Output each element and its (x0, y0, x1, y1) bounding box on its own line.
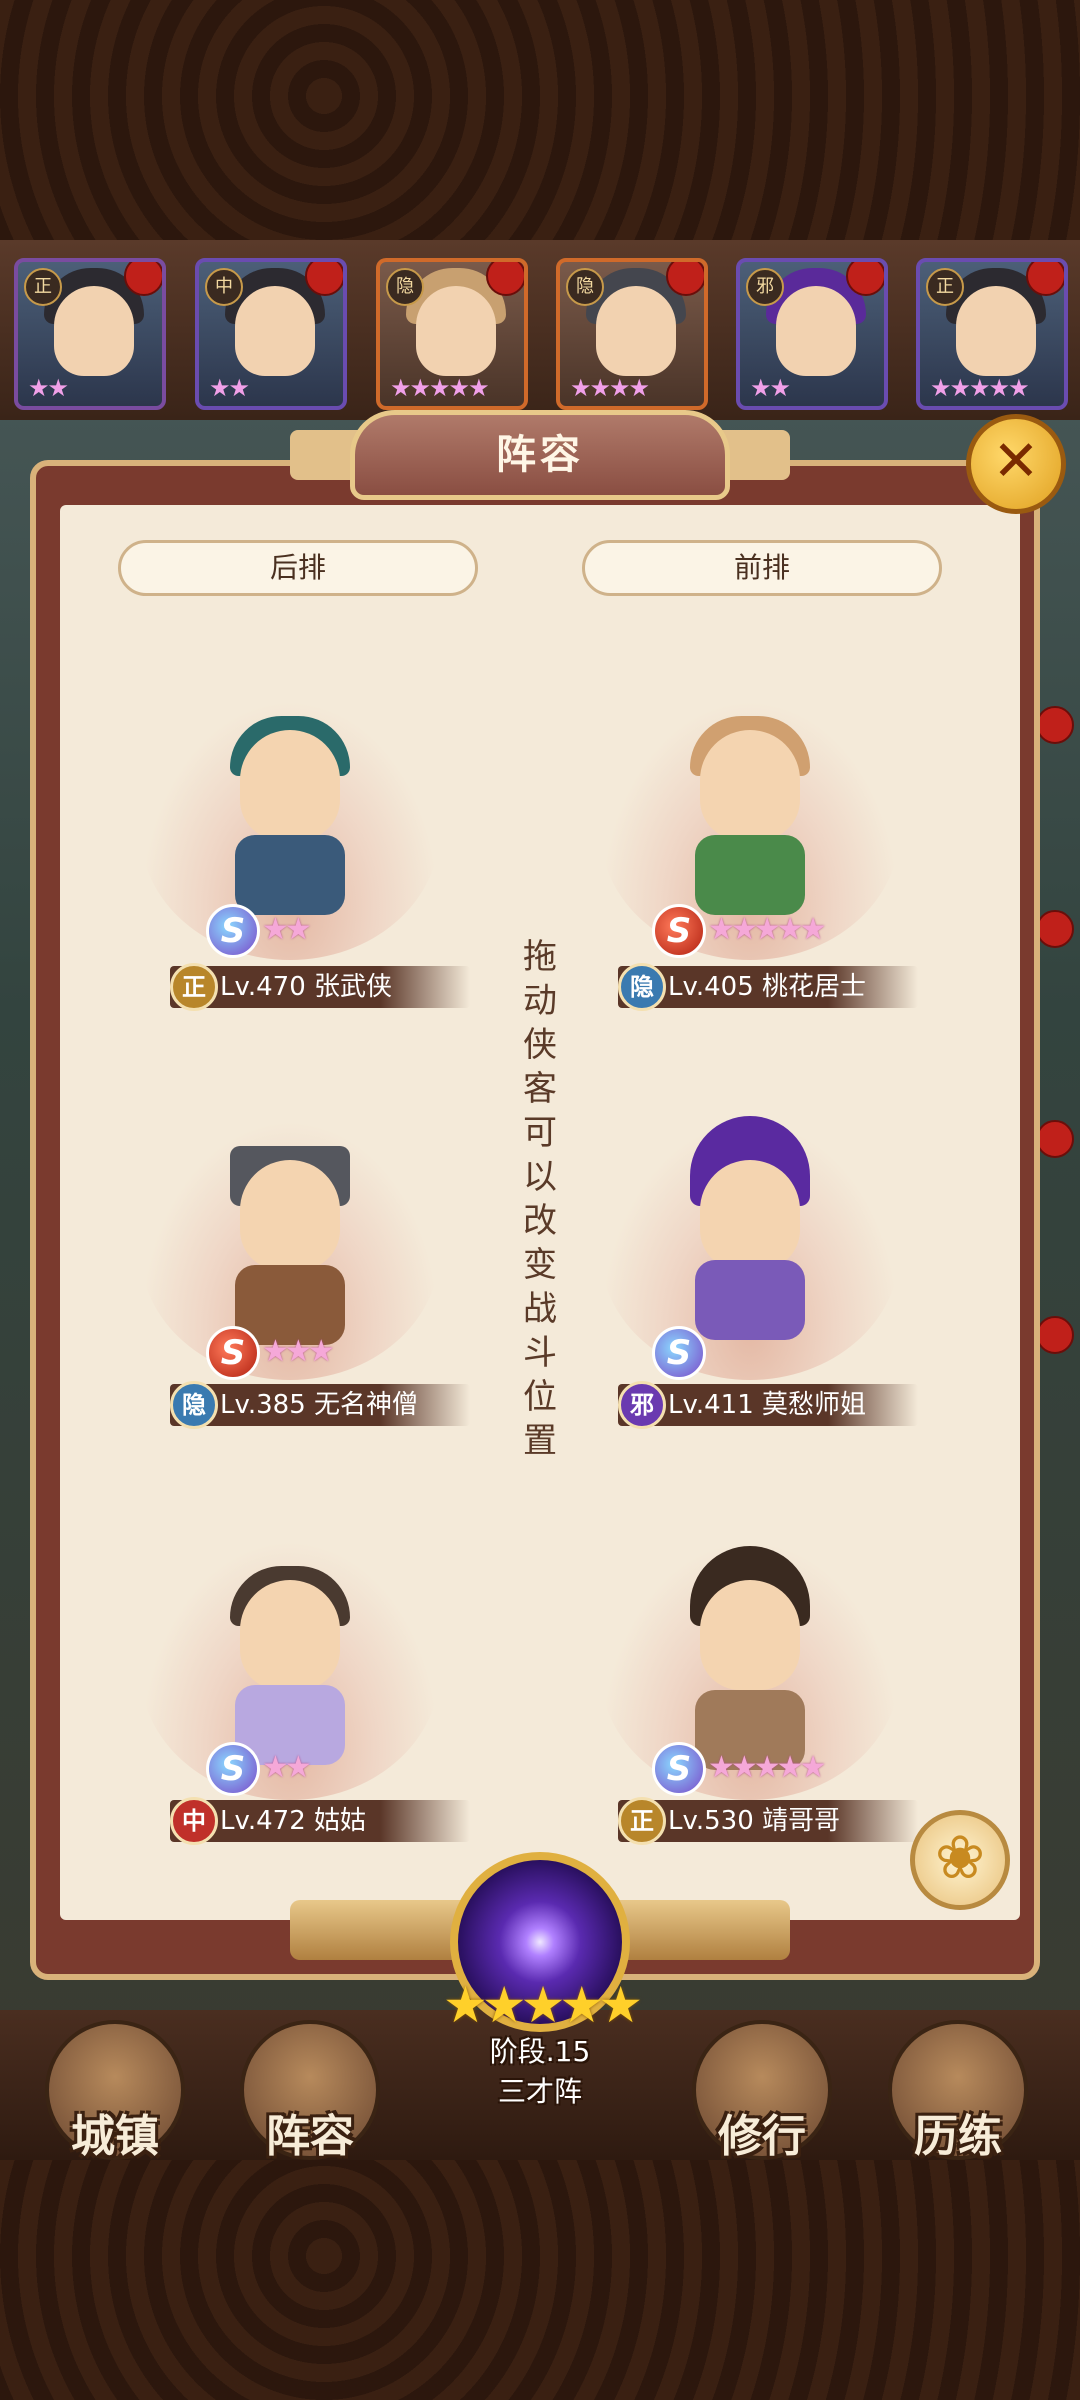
side-notification-dot (1036, 910, 1074, 948)
hero-name: 靖哥哥 (762, 1806, 841, 1836)
star-rating: ★★★★ (570, 374, 650, 402)
star-rating: ★★★ (262, 1334, 335, 1369)
top-background (0, 0, 1080, 240)
nav-town-label: 城镇 (71, 2111, 159, 2162)
head (700, 730, 800, 840)
faction-badge: 正 (926, 268, 964, 306)
flower-icon: ❀ (934, 1823, 986, 1893)
hero-level: Lv.385 (220, 1390, 306, 1420)
formation-stage: 阶段.15 (489, 2035, 591, 2068)
roster-portrait-3[interactable]: 隐 ★★★★★ (376, 258, 528, 410)
drag-hint-text: 拖动侠客可以改变战斗位置 (523, 937, 557, 1461)
face (776, 286, 856, 376)
side-notification-dot (1036, 1316, 1074, 1354)
hero-name: 张武侠 (314, 972, 393, 1002)
nav-training-label: 历练 (914, 2111, 1002, 2162)
head (240, 730, 340, 840)
hero-slot-taohuajushi[interactable] (665, 716, 835, 930)
hero-name: 桃花居士 (762, 972, 867, 1002)
faction-badge: 隐 (170, 1381, 218, 1429)
hero-level: Lv.472 (220, 1806, 306, 1836)
star-rating: ★★ (262, 1750, 312, 1785)
star-rating: ★★ (209, 374, 250, 402)
faction-badge: 正 (170, 963, 218, 1011)
notification-dot (124, 262, 162, 296)
star-rating: ★★★★★ (708, 1750, 827, 1785)
hero-name: 莫愁师姐 (762, 1390, 867, 1420)
hero-level: Lv.405 (668, 972, 754, 1002)
roster-portrait-2[interactable]: 中 ★★ (195, 258, 347, 410)
grade-s-badge: S (652, 1742, 706, 1796)
grade-s-badge: S (206, 1326, 260, 1380)
face (416, 286, 496, 376)
hero-level: Lv.470 (220, 972, 306, 1002)
star-rating: ★★ (750, 374, 791, 402)
hero-name: 无名神僧 (314, 1390, 419, 1420)
faction-badge: 邪 (746, 268, 784, 306)
faction-badge: 邪 (618, 1381, 666, 1429)
nav-lineup-label: 阵容 (266, 2111, 354, 2162)
side-notification-dot (1036, 1120, 1074, 1158)
grade-s-badge: S (206, 904, 260, 958)
body (695, 1260, 805, 1340)
side-notification-dot (1036, 706, 1074, 744)
star-rating: ★★ (262, 912, 312, 947)
front-row-header: 前排 (582, 540, 942, 596)
face (956, 286, 1036, 376)
faction-badge: 隐 (386, 268, 424, 306)
formation-star-rating: ★★★★★ (442, 1976, 643, 2034)
close-button[interactable]: ✕ (966, 414, 1066, 514)
star-rating: ★★★★★ (930, 374, 1030, 402)
notification-dot (486, 262, 524, 296)
faction-badge: 正 (618, 1797, 666, 1845)
body (235, 835, 345, 915)
notification-dot (1026, 262, 1064, 296)
roster-portrait-1[interactable]: 正 ★★ (14, 258, 166, 410)
close-icon: ✕ (992, 429, 1040, 494)
hero-slot-jinggege[interactable] (665, 1546, 835, 1770)
bottom-background (0, 2160, 1080, 2400)
hero-level: Lv.411 (668, 1390, 754, 1420)
head (240, 1580, 340, 1690)
hero-level: Lv.530 (668, 1806, 754, 1836)
hero-name: 姑姑 (314, 1806, 367, 1836)
panel-title: 阵容 (350, 410, 730, 500)
face (54, 286, 134, 376)
faction-badge: 隐 (566, 268, 604, 306)
face (596, 286, 676, 376)
faction-badge: 正 (24, 268, 62, 306)
grade-s-badge: S (652, 1326, 706, 1380)
notification-dot (666, 262, 704, 296)
back-row-header: 后排 (118, 540, 478, 596)
notification-dot (305, 262, 343, 296)
star-rating: ★★ (28, 374, 69, 402)
roster-portrait-6[interactable]: 正 ★★★★★ (916, 258, 1068, 410)
flower-menu-button[interactable]: ❀ (910, 1810, 1010, 1910)
hero-slot-zhangwuxia[interactable] (205, 716, 375, 930)
formation-name: 三才阵 (497, 2075, 582, 2108)
head (700, 1160, 800, 1270)
nav-cultivation-label: 修行 (718, 2111, 806, 2162)
face (235, 286, 315, 376)
notification-dot (846, 262, 884, 296)
star-rating: ★★★★★ (708, 912, 827, 947)
faction-badge: 隐 (618, 963, 666, 1011)
faction-badge: 中 (205, 268, 243, 306)
grade-s-badge: S (652, 904, 706, 958)
roster-portrait-5[interactable]: 邪 ★★ (736, 258, 888, 410)
body (695, 835, 805, 915)
hero-slot-mochoushijie[interactable] (665, 1116, 835, 1340)
head (240, 1160, 340, 1270)
head (700, 1580, 800, 1690)
star-rating: ★★★★★ (390, 374, 490, 402)
faction-badge: 中 (170, 1797, 218, 1845)
grade-s-badge: S (206, 1742, 260, 1796)
roster-portrait-4[interactable]: 隐 ★★★★ (556, 258, 708, 410)
